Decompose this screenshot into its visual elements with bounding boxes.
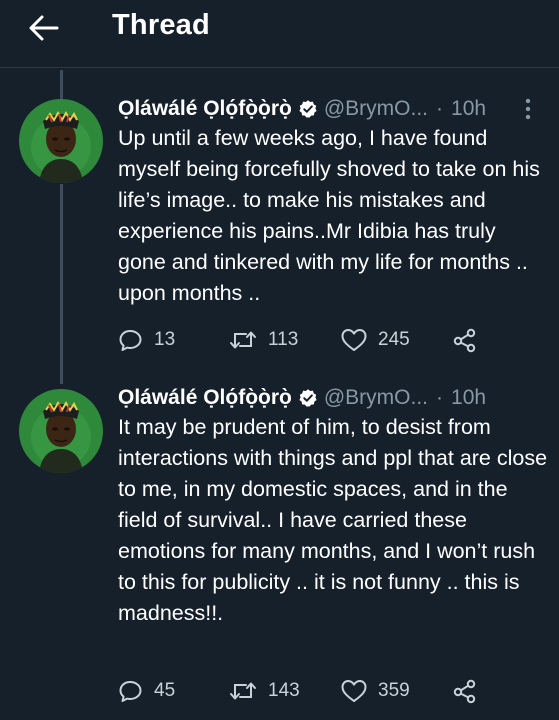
top-bar: Thread: [0, 0, 559, 68]
share-button[interactable]: [452, 325, 478, 355]
reply-count: 13: [154, 329, 176, 350]
author-name[interactable]: Ọláwálé Ọlọ́fọ̀ọ̀rọ̀: [118, 386, 292, 410]
author-name[interactable]: Ọláwálé Ọlọ́fọ̀ọ̀rọ̀: [118, 97, 292, 121]
reply-icon: [119, 681, 142, 702]
avatar[interactable]: [19, 389, 103, 473]
share-icon: [453, 679, 476, 704]
retweet-count: 113: [268, 329, 299, 350]
separator-dot: ·: [436, 97, 444, 120]
page-title: Thread: [112, 9, 210, 41]
like-button[interactable]: 359: [340, 676, 410, 706]
retweet-icon: [230, 682, 256, 700]
reply-count: 45: [154, 680, 176, 701]
like-button[interactable]: 245: [340, 325, 410, 355]
avatar[interactable]: [19, 99, 103, 183]
author-handle[interactable]: @BrymO...: [324, 97, 428, 121]
heart-icon: [341, 329, 367, 351]
reply-button[interactable]: 45: [118, 676, 175, 706]
verified-badge-icon: [299, 389, 317, 407]
reply-icon: [119, 330, 142, 351]
reply-button[interactable]: 13: [118, 325, 175, 355]
tweet-actions: 13 113 245: [118, 325, 538, 355]
tweet[interactable]: Ọláwálé Ọlọ́fọ̀ọ̀rọ̀ @BrymO... · 10h It …: [0, 383, 559, 720]
retweet-count: 143: [268, 680, 300, 701]
back-button[interactable]: [22, 8, 66, 48]
arrow-left-icon: [29, 15, 59, 41]
tweet-header: Ọláwálé Ọlọ́fọ̀ọ̀rọ̀ @BrymO... · 10h: [118, 94, 486, 124]
retweet-icon: [230, 331, 256, 349]
tweet-timestamp[interactable]: 10h: [451, 386, 486, 410]
tweet-text: Up until a few weeks ago, I have found m…: [118, 126, 540, 305]
like-count: 359: [378, 680, 410, 701]
like-count: 245: [378, 329, 410, 350]
verified-badge-icon: [299, 100, 317, 118]
more-vertical-icon: [525, 98, 531, 120]
retweet-button[interactable]: 113: [228, 325, 298, 355]
share-button[interactable]: [452, 676, 478, 706]
separator-dot: ·: [436, 386, 444, 409]
tweet-timestamp[interactable]: 10h: [451, 97, 486, 121]
tweet[interactable]: Ọláwálé Ọlọ́fọ̀ọ̀rọ̀ @BrymO... · 10h Up …: [0, 94, 559, 364]
tweet-actions: 45 143 359: [118, 676, 538, 706]
more-options-button[interactable]: [520, 96, 536, 122]
author-handle[interactable]: @BrymO...: [324, 386, 428, 410]
retweet-button[interactable]: 143: [228, 676, 300, 706]
heart-icon: [341, 680, 367, 702]
share-icon: [453, 328, 476, 353]
tweet-header: Ọláwálé Ọlọ́fọ̀ọ̀rọ̀ @BrymO... · 10h: [118, 383, 486, 413]
tweet-text: It may be prudent of him, to desist from…: [118, 415, 548, 625]
